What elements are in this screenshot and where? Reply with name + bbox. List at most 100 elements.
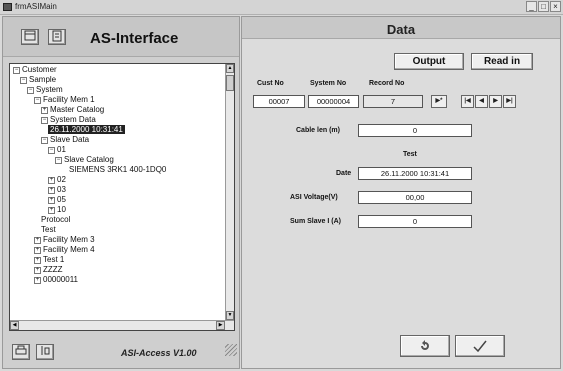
tree-node[interactable]: Test [41,225,56,235]
system-no-field: 00000004 [308,95,359,108]
tree-node-label: Protocol [41,215,71,224]
date-field[interactable]: 26.11.2000 10:31:41 [358,167,472,180]
prev-record-button[interactable]: ◀ [475,95,488,108]
sum-slave-field[interactable]: 0 [358,215,472,228]
record-no-field: 7 [363,95,423,108]
tree-node-label: Slave Catalog [64,155,114,164]
expand-icon[interactable]: + [34,247,41,254]
expand-icon[interactable]: + [34,277,41,284]
last-record-button[interactable]: ▶| [503,95,516,108]
collapse-icon[interactable]: − [34,97,41,104]
collapse-icon[interactable]: − [13,67,20,74]
database-button[interactable] [21,29,39,45]
output-button[interactable]: Output [394,53,464,70]
collapse-icon[interactable]: − [55,157,62,164]
print-button[interactable] [12,344,30,360]
read-in-button[interactable]: Read in [471,53,533,70]
cable-len-label: Cable len (m) [296,127,340,134]
collapse-icon[interactable]: − [41,137,48,144]
expand-icon[interactable]: + [48,207,55,214]
tree-node[interactable]: − Slave Catalog [55,155,114,165]
expand-icon[interactable]: + [34,267,41,274]
check-icon [473,340,487,353]
window-controls: _ □ × [526,1,561,12]
date-label: Date [336,170,352,177]
scroll-down-icon[interactable]: ▼ [226,311,234,320]
tree-node[interactable]: 26.11.2000 10:31:41 [48,125,125,135]
tree-node-label: Facility Mem 4 [43,245,95,254]
tool-icon [41,346,50,355]
tree-node[interactable]: +02 [48,175,66,185]
tree-node[interactable]: +00000011 [34,275,78,285]
cust-no-label: Cust No [257,80,284,87]
expand-icon[interactable]: + [48,177,55,184]
version-label: ASI-Access V1.00 [121,348,197,358]
tree-node-label: Master Catalog [50,105,105,114]
tree-node[interactable]: − Sample [20,75,56,85]
collapse-icon[interactable]: − [41,117,48,124]
collapse-icon[interactable]: − [48,147,55,154]
tree-vertical-scrollbar[interactable]: ▲ ▼ [225,64,234,320]
tree-node-label: Test [41,225,56,234]
left-header: AS-Interface [3,17,239,57]
tree-node[interactable]: + Test 1 [34,255,64,265]
undo-button[interactable] [400,335,450,357]
right-panel: Data Output Read in Cust No System No Re… [241,16,561,369]
expand-icon[interactable]: + [41,107,48,114]
left-panel: AS-Interface − Customer − Sample − System − Fac… [2,16,240,369]
expand-icon[interactable]: + [34,237,41,244]
record-no-label: Record No [369,80,405,87]
cable-len-field[interactable]: 0 [358,124,472,137]
sum-slave-label: Sum Slave I (A) [290,218,341,225]
asi-voltage-field[interactable]: 00,00 [358,191,472,204]
tree-node-label: Sample [29,75,57,84]
scroll-left-icon[interactable]: ◀ [10,321,19,330]
tree-node[interactable]: − System [27,85,63,95]
tree-node[interactable]: +10 [48,205,66,215]
tree-node[interactable]: +03 [48,185,66,195]
scroll-up-icon[interactable]: ▲ [226,64,234,73]
close-button[interactable]: × [550,1,561,12]
first-record-button[interactable]: |◀ [461,95,474,108]
panel-title: Data [386,22,416,37]
tree-node-label: System Data [50,115,96,124]
scroll-thumb[interactable] [226,75,234,91]
printer-icon [15,345,27,355]
collapse-icon[interactable]: − [27,87,34,94]
document-button[interactable] [48,29,66,45]
expand-icon[interactable]: + [48,187,55,194]
right-header: Data [242,17,560,39]
main-window: frmASIMain _ □ × AS-Interface − Customer −… [0,0,563,371]
minimize-button[interactable]: _ [526,1,537,12]
tree-node[interactable]: +05 [48,195,66,205]
resize-grip-icon[interactable] [225,344,237,356]
next-record-button[interactable]: ▶ [489,95,502,108]
new-record-button[interactable]: ▶* [431,95,447,108]
expand-icon[interactable]: + [34,257,41,264]
window-title: frmASIMain [15,2,57,11]
tree-node[interactable]: + Facility Mem 4 [34,245,95,255]
expand-icon[interactable]: + [48,197,55,204]
tree-node[interactable]: − Customer [13,65,57,75]
tree-node-label: 10 [57,205,66,214]
tree-node-label: Customer [22,65,57,74]
settings-button[interactable] [36,344,54,360]
collapse-icon[interactable]: − [20,77,27,84]
tree-node[interactable]: − System Data [41,115,96,125]
tree-node-label: 26.11.2000 10:31:41 [48,125,125,134]
tree-node[interactable]: + Master Catalog [41,105,104,115]
scroll-right-icon[interactable]: ▶ [216,321,225,330]
tree-node[interactable]: + ZZZZ [34,265,63,275]
tree-node-label: Slave Data [50,135,90,144]
maximize-button[interactable]: □ [538,1,549,12]
tree-horizontal-scrollbar[interactable]: ◀ ▶ [10,320,234,330]
tree-node[interactable]: SIEMENS 3RK1 400-1DQ0 [69,165,166,175]
tree-node[interactable]: −01 [48,145,66,155]
tree-node[interactable]: − Facility Mem 1 [34,95,95,105]
tree-node[interactable]: − Slave Data [41,135,89,145]
customer-tree[interactable]: − Customer − Sample − System − Facility Mem 1 + M… [9,63,235,331]
ok-button[interactable] [455,335,505,357]
title-bar: frmASIMain _ □ × [0,0,563,15]
tree-node[interactable]: Protocol [41,215,70,225]
tree-node[interactable]: + Facility Mem 3 [34,235,95,245]
